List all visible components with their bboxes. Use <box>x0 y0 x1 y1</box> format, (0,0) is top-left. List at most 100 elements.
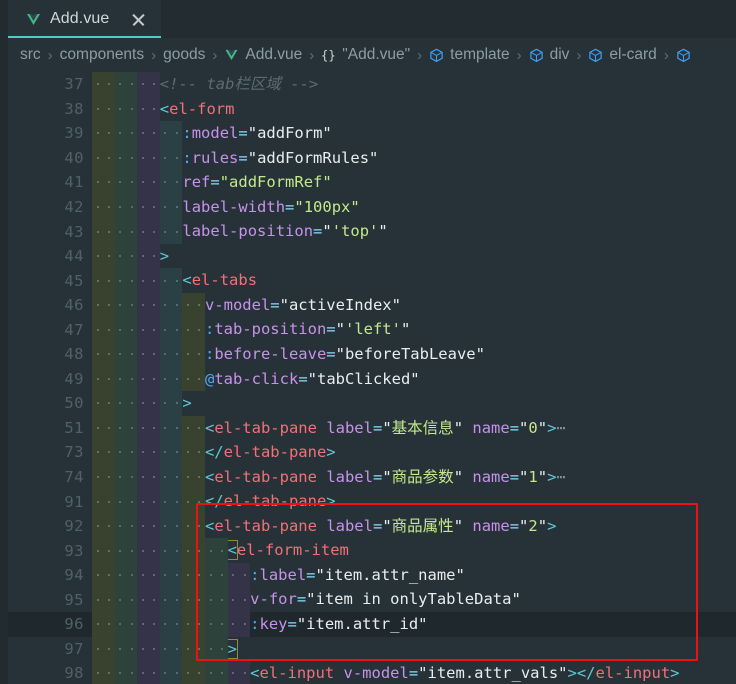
line-number: 49 <box>64 369 84 388</box>
code-token: "tabClicked" <box>307 369 420 388</box>
breadcrumb-item-src[interactable]: src <box>20 46 41 64</box>
close-icon[interactable] <box>130 11 147 28</box>
code-tokens: <el-tab-pane label="商品参数" name="1">⋯ <box>205 465 566 490</box>
indent-guide <box>137 661 160 684</box>
code-tokens: </el-tab-pane> <box>205 489 336 514</box>
indent-guide <box>92 243 115 269</box>
breadcrumb-separator: › <box>417 46 423 64</box>
code-line[interactable]: 39:model="addForm" <box>8 121 736 146</box>
code-token: " <box>247 124 258 143</box>
code-token: label-width <box>182 197 286 216</box>
indent-guide <box>182 292 205 318</box>
code-line[interactable]: 46 v-model="activeIndex" <box>8 292 736 318</box>
code-line[interactable]: 41 ref="addFormRef" <box>8 170 736 195</box>
code-token: = <box>238 148 248 167</box>
code-line[interactable]: 74› <el-tab-pane label="商品参数" name="1">⋯ <box>8 464 736 490</box>
indent-guide <box>182 317 205 343</box>
code-token: : <box>204 345 215 364</box>
indent-guide <box>137 489 160 514</box>
code-line-content: v-for="item in onlyTableData" <box>92 587 736 613</box>
code-token: label-position <box>182 222 314 241</box>
code-line[interactable]: 44 > <box>8 243 736 269</box>
indent-guide <box>137 440 160 465</box>
code-tokens: label-width="100px" <box>182 195 359 220</box>
indent-guide <box>159 661 183 684</box>
indent-guide <box>137 464 160 490</box>
indent-guide <box>92 219 115 244</box>
code-token: : <box>182 124 192 143</box>
indent-guide <box>92 513 115 539</box>
code-line[interactable]: 49 @tab-click="tabClicked" <box>8 366 736 392</box>
code-token: label <box>326 516 373 535</box>
code-line[interactable]: 94:label="item.attr_name" <box>8 562 736 588</box>
breadcrumb-item-template[interactable]: template <box>429 46 510 64</box>
code-line[interactable]: 97 > <box>8 636 736 662</box>
line-number: 46 <box>64 296 84 315</box>
code-line[interactable]: 98 <el-input v-model="item.attr_vals"></e… <box>8 661 736 684</box>
code-token: : <box>250 615 260 634</box>
breadcrumb-label: template <box>450 46 510 63</box>
code-line-content: label-width="100px" <box>92 194 736 220</box>
breadcrumb-label: components <box>59 46 145 63</box>
indent-guide <box>114 96 138 122</box>
indent-guide <box>114 317 138 343</box>
indent-guide <box>204 587 228 613</box>
breadcrumb-label: src <box>20 46 41 63</box>
editor-tab-add-vue[interactable]: Add.vue <box>8 0 162 38</box>
code-line-content: > <box>92 391 736 416</box>
code-line[interactable]: 95 v-for="item in onlyTableData" <box>8 587 736 613</box>
code-tokens: :rules="addFormRules" <box>182 146 378 171</box>
breadcrumb-item-add-vue-symbol[interactable]: {} "Add.vue" <box>321 46 410 64</box>
indent-guide <box>159 145 183 171</box>
symbol-cube-icon <box>429 48 444 63</box>
code-line[interactable]: 91 </el-tab-pane> <box>8 489 736 514</box>
code-line[interactable]: 45 <el-tabs <box>8 268 736 293</box>
code-line[interactable]: 43 label-position="'top'" <box>8 219 736 244</box>
code-line[interactable]: 73 </el-tab-pane> <box>8 440 736 465</box>
code-tokens: v-model="activeIndex" <box>205 293 401 318</box>
breadcrumb-separator: › <box>516 46 522 64</box>
indent-guide <box>92 612 115 637</box>
code-line[interactable]: 48:before-leave="beforeTabLeave" <box>8 342 736 367</box>
breadcrumb-item-goods[interactable]: goods <box>163 46 205 64</box>
code-line[interactable]: 38 <el-form <box>8 96 736 122</box>
code-line[interactable]: 96:key="item.attr_id" <box>8 612 736 637</box>
code-line-content: > <box>92 243 736 269</box>
code-token: = <box>372 418 383 437</box>
code-editor-surface[interactable]: 37 <!-- tab栏区域 --> 38 <el-form 39:model="add… <box>8 72 736 684</box>
breadcrumb-item-div[interactable]: div <box>529 46 569 64</box>
indent-guide <box>159 513 183 539</box>
code-line[interactable]: 92 <el-tab-pane label="商品属性" name="2"> <box>8 513 736 539</box>
code-line[interactable]: 42 label-width="100px" <box>8 194 736 220</box>
code-token: el-input <box>595 664 671 683</box>
code-token: " <box>382 516 392 535</box>
code-token: el-tab-pane <box>214 418 317 437</box>
code-line[interactable]: 40:rules="addFormRules" <box>8 145 736 171</box>
code-token: > <box>567 664 577 683</box>
code-line-content: :rules="addFormRules" <box>92 145 736 171</box>
code-line[interactable]: 50 > <box>8 391 736 416</box>
indent-guide <box>137 415 160 441</box>
code-token: name <box>472 418 510 437</box>
breadcrumb-item-components[interactable]: components <box>60 46 144 64</box>
indent-guide <box>159 219 183 244</box>
breadcrumb-item-el-card[interactable]: el-card <box>588 46 657 64</box>
indent-guide <box>159 268 183 293</box>
code-token: 商品属性 <box>391 516 454 535</box>
code-token: "item.attr_id" <box>296 615 428 634</box>
breadcrumb-label: "Add.vue" <box>342 46 411 63</box>
breadcrumb-item-last[interactable] <box>676 48 691 63</box>
code-line[interactable]: 37 <!-- tab栏区域 --> <box>8 72 736 97</box>
code-line[interactable]: 93 <el-form-item <box>8 538 736 563</box>
code-line[interactable]: 47:tab-position="'left'" <box>8 317 736 343</box>
breadcrumb-item-add-vue[interactable]: Add.vue <box>224 46 302 64</box>
indent-guide <box>92 292 115 318</box>
code-token: < <box>204 418 215 437</box>
code-line[interactable]: 51› <el-tab-pane label="基本信息" name="0">⋯ <box>8 415 736 441</box>
indent-guide <box>92 636 115 662</box>
code-token: ref <box>182 173 211 192</box>
indent-guide <box>137 219 160 244</box>
